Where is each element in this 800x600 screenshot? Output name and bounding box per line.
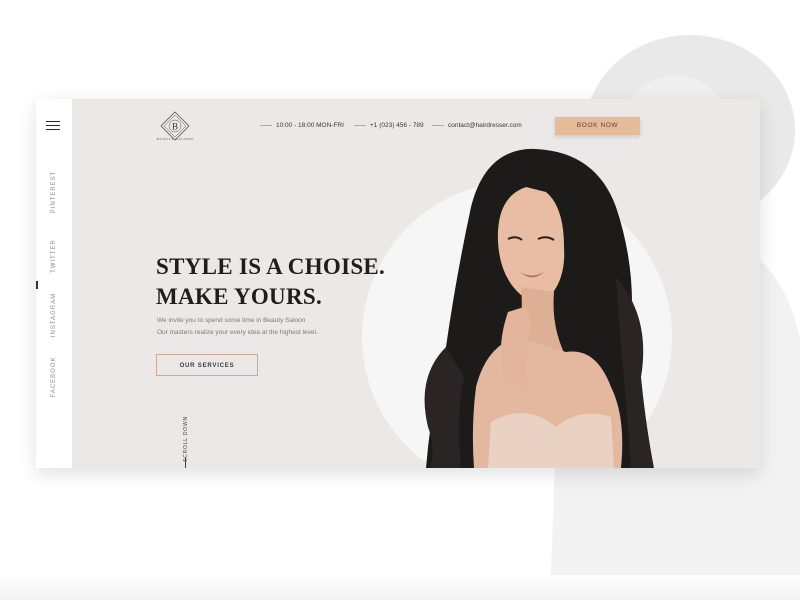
phone-text: +1 (023) 456 - 789	[370, 122, 424, 129]
social-link-facebook[interactable]: FACEBOOK	[51, 356, 57, 397]
logo-text: BEAUTY SALOON	[156, 137, 194, 141]
social-link-pinterest[interactable]: PINTEREST	[51, 171, 57, 214]
phone-link[interactable]: +1 (023) 456 - 789	[354, 122, 424, 129]
social-link-instagram[interactable]: INSTAGRAM	[51, 293, 57, 337]
headline-line-2: MAKE YOURS.	[156, 284, 323, 309]
website-preview-card: PINTEREST TWITTER INSTAGRAM FACEBOOK B B…	[36, 99, 760, 468]
scroll-down-link[interactable]: SCROLL DOWN	[183, 416, 189, 462]
our-services-button[interactable]: OUR SERVICES	[156, 354, 258, 376]
email-text: contact@hairdresser.com	[448, 122, 522, 129]
divider-dash	[260, 124, 272, 126]
email-link[interactable]: contact@hairdresser.com	[432, 122, 522, 129]
hero-model-image	[424, 148, 654, 468]
subtext-line-2: Our masters realize your every idea at t…	[157, 329, 318, 336]
sidebar-indicator	[36, 281, 38, 289]
book-now-button[interactable]: BOOK NOW	[555, 117, 640, 135]
subtext-line-1: We invite you to spend some time in Beau…	[157, 317, 306, 324]
hero-subtext: We invite you to spend some time in Beau…	[157, 315, 318, 339]
opening-hours: 10:00 - 18:00 MON-FRI	[260, 122, 344, 129]
divider-dash	[354, 124, 366, 126]
headline-line-1: STYLE IS A CHOISE.	[156, 254, 386, 279]
social-link-twitter[interactable]: TWITTER	[51, 239, 57, 273]
scroll-down-line	[185, 457, 186, 468]
background-floor	[0, 575, 800, 600]
left-sidebar: PINTEREST TWITTER INSTAGRAM FACEBOOK	[36, 99, 72, 468]
logo-letter: B	[172, 122, 178, 132]
divider-dash	[432, 124, 444, 126]
hero-headline: STYLE IS A CHOISE. MAKE YOURS.	[156, 252, 385, 312]
hamburger-menu-icon[interactable]	[46, 121, 60, 131]
opening-hours-text: 10:00 - 18:00 MON-FRI	[276, 122, 344, 129]
